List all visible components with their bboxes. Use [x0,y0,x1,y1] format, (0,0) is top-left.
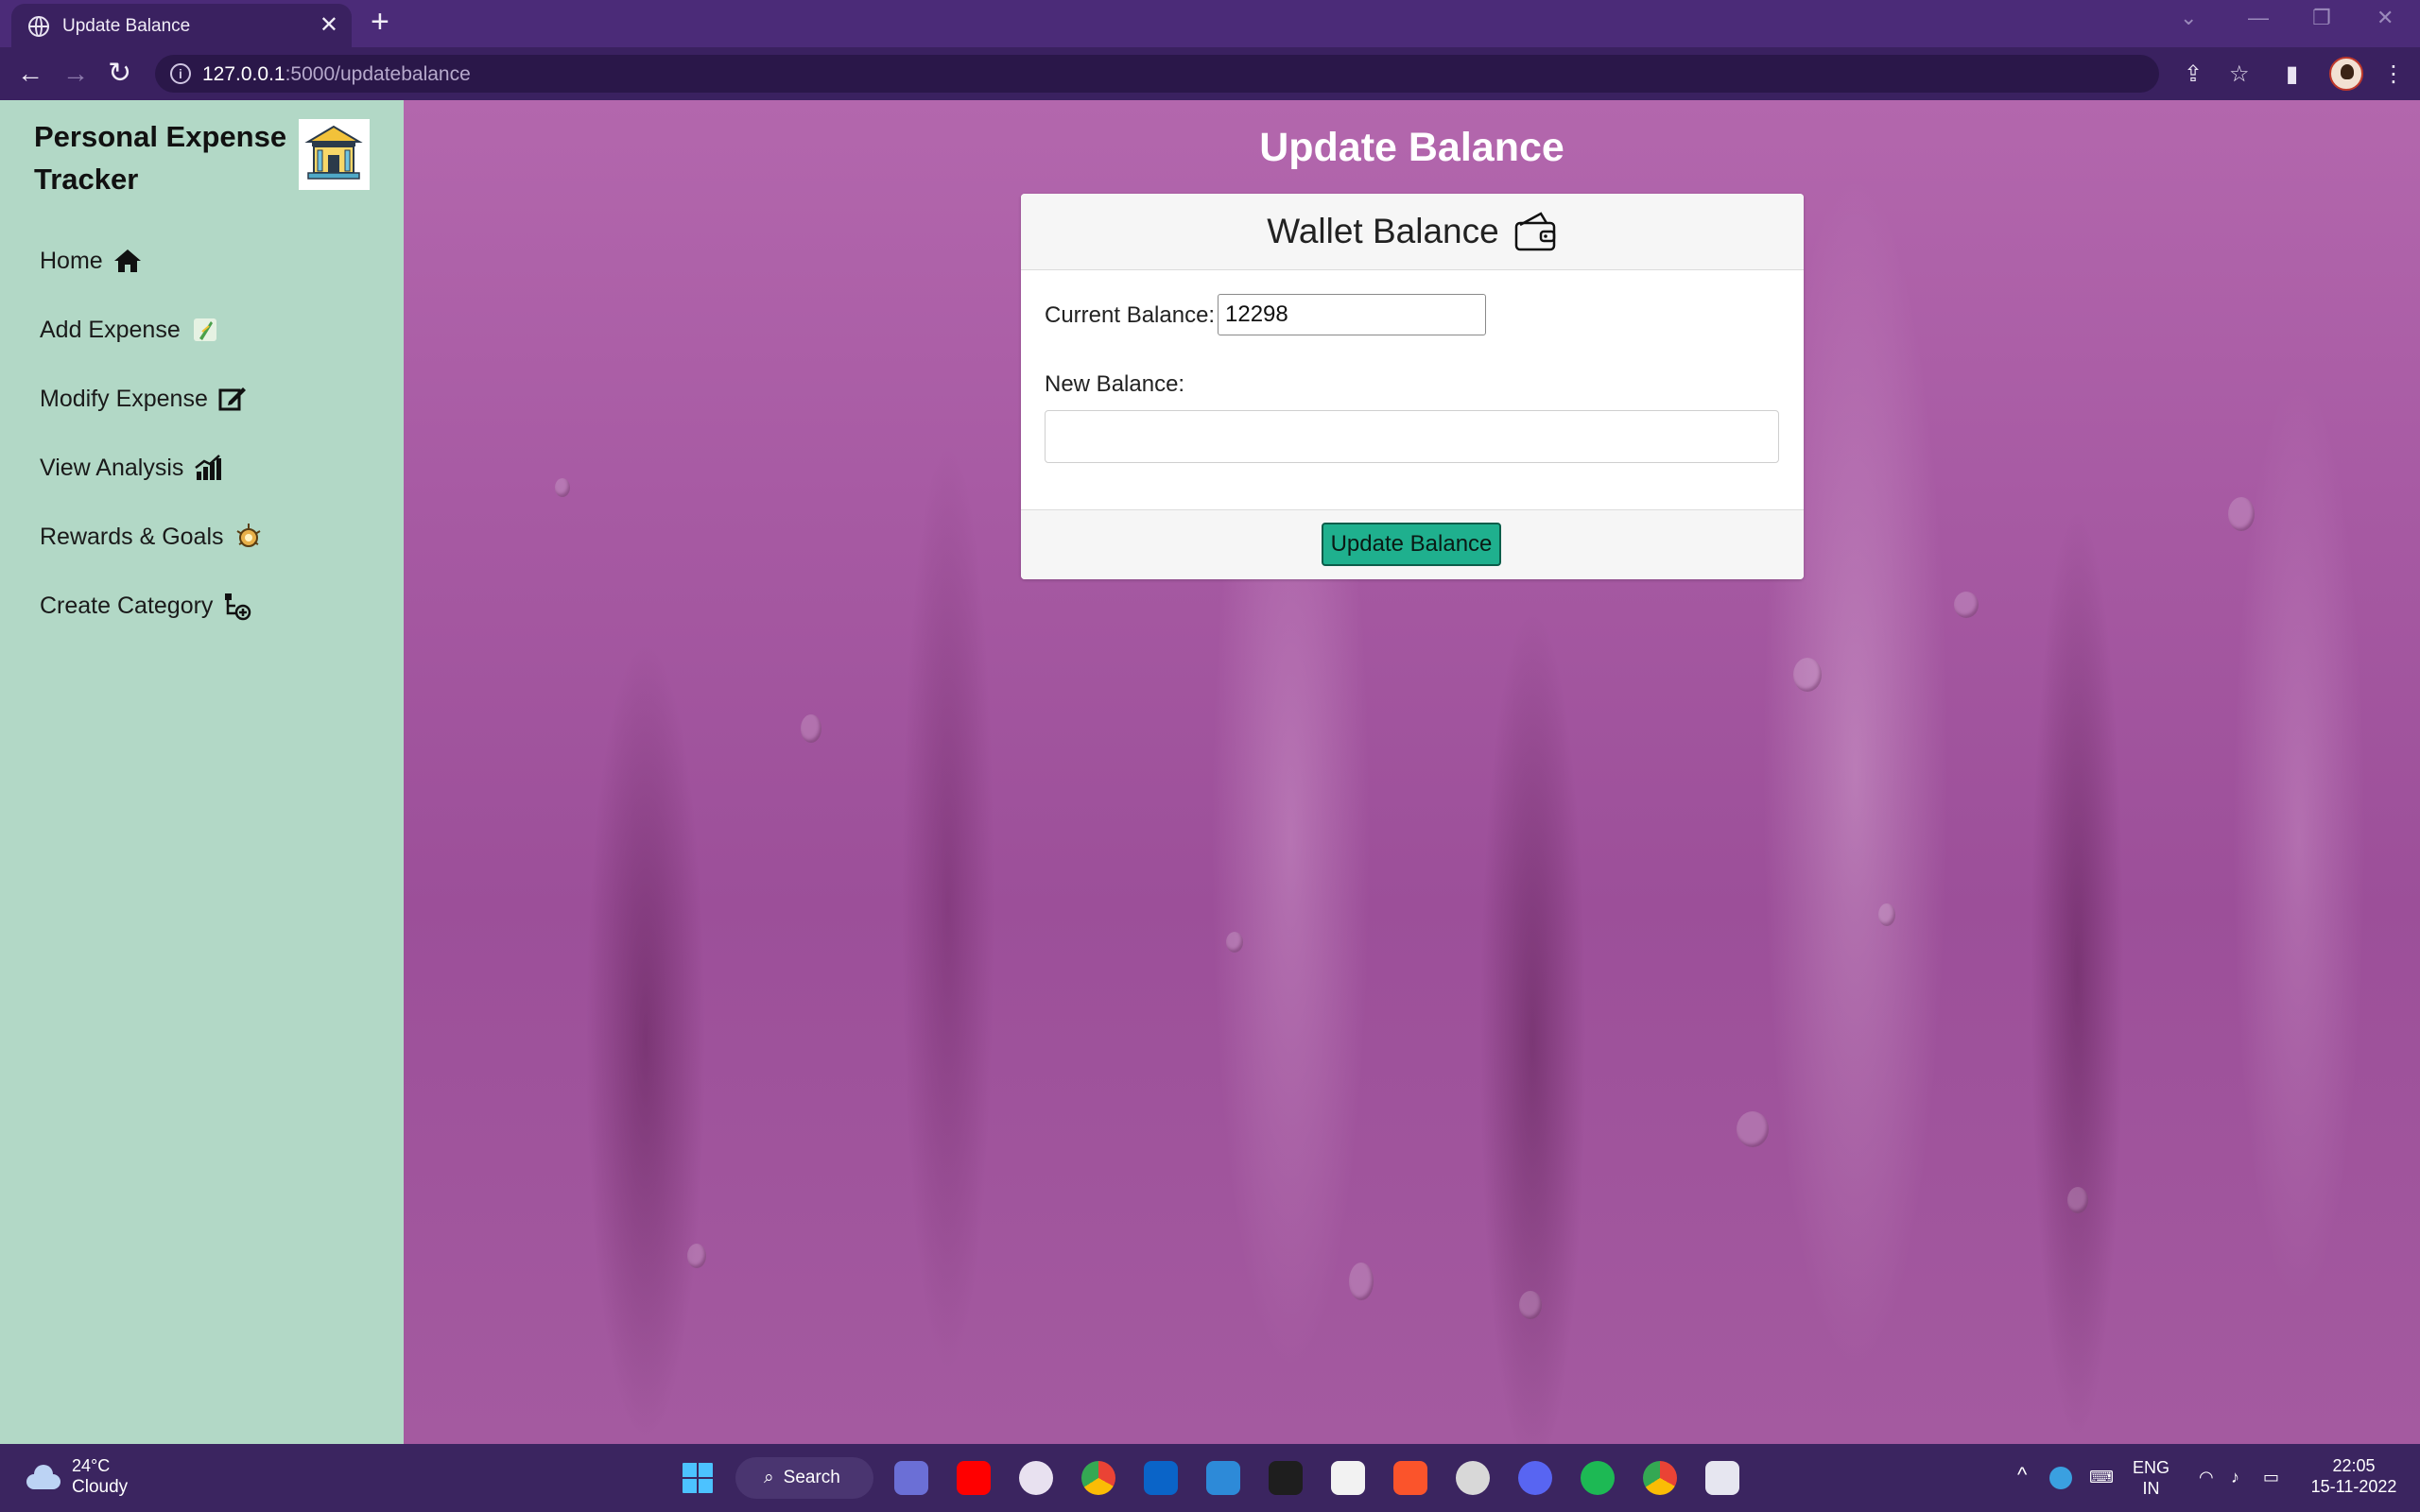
clock-tray-icon[interactable] [2049,1467,2072,1489]
sidebar-item-home[interactable]: Home [40,246,143,276]
page-title: Update Balance [1259,125,1564,170]
figma-icon[interactable] [1269,1461,1303,1495]
brave-icon[interactable] [1393,1461,1427,1495]
search-icon: ⌕ [764,1468,774,1487]
chrome-icon[interactable] [1081,1461,1115,1495]
background-water-drop [2228,497,2255,531]
minimize-icon[interactable]: — [2248,6,2269,30]
background-water-drop [1793,658,1822,692]
background-water-drop [687,1244,706,1268]
background-water-drop [2067,1187,2088,1213]
background-water-drop [1737,1111,1769,1147]
weather-text: Cloudy [72,1477,129,1497]
temperature-text: 24°C [72,1456,111,1475]
new-balance-label: New Balance: [1045,371,1185,397]
snipping-tool-icon[interactable] [1705,1461,1739,1495]
update-balance-button[interactable]: Update Balance [1322,523,1501,566]
background-water-drop [1519,1291,1542,1319]
site-info-icon[interactable]: i [170,63,191,84]
forward-icon[interactable]: → [62,59,89,89]
keyboard-icon[interactable]: ⌨ [2089,1467,2114,1487]
sidebar-item-rewards-goals[interactable]: Rewards & Goals [40,522,264,552]
bookmark-star-icon[interactable]: ☆ [2229,60,2250,88]
sidebar-item-add-expense[interactable]: Add Expense [40,315,220,345]
globe-icon [28,16,49,37]
wallet-icon [1514,212,1555,251]
category-icon [225,593,251,621]
youtube-icon[interactable] [957,1461,991,1495]
browser-tab-strip: Update Balance ✕ + ⌄ — ❐ ✕ [0,0,2420,47]
sidebar-item-view-analysis[interactable]: View Analysis [40,453,223,483]
tab-close-button[interactable]: ✕ [320,11,338,39]
app-brand-title: Personal Expense Tracker [34,120,287,196]
background-water-drop [801,714,821,743]
card-title: Wallet Balance [1267,212,1499,250]
tab-search-icon[interactable]: ⌄ [2180,6,2197,30]
chrome-profile-icon[interactable] [1643,1461,1677,1495]
slack-icon[interactable] [1019,1461,1053,1495]
vscode-icon[interactable] [1206,1461,1240,1495]
new-balance-field[interactable] [1045,410,1779,463]
new-tab-button[interactable]: + [371,4,389,41]
taskbar: 24°C Cloudy ⌕ Search ^ ⌨ ENG IN ◠ ♪ ▭ 22… [0,1444,2420,1512]
unity-icon[interactable] [1456,1461,1490,1495]
share-icon[interactable]: ⇪ [2184,60,2203,88]
wallet-balance-card: Wallet Balance Current Balance: New Bala… [1021,194,1804,579]
address-bar[interactable]: i 127.0.0.1:5000/updatebalance [155,55,2159,93]
back-icon[interactable]: ← [17,59,43,89]
wifi-icon[interactable]: ◠ [2199,1467,2214,1487]
sidebar: Personal Expense Tracker Home Add Expens… [0,100,404,1444]
side-panel-icon[interactable]: ▮ [2286,60,2298,88]
home-icon [113,249,141,272]
outlook-icon[interactable] [1144,1461,1178,1495]
profile-avatar[interactable] [2329,57,2363,91]
current-balance-field[interactable] [1218,294,1486,335]
window-close-icon[interactable]: ✕ [2377,6,2394,30]
background-water-drop [1226,932,1243,953]
add-expense-icon [193,318,216,341]
volume-icon[interactable]: ♪ [2231,1467,2239,1487]
restore-icon[interactable]: ❐ [2312,6,2331,30]
spotify-icon[interactable] [1581,1461,1615,1495]
edit-icon [218,387,246,411]
bank-logo-icon [299,119,370,190]
weather-widget[interactable]: 24°C Cloudy [25,1455,128,1499]
tab-title: Update Balance [62,16,191,36]
battery-icon[interactable]: ▭ [2263,1467,2279,1487]
tab-update-balance[interactable]: Update Balance ✕ [11,4,352,47]
discord-icon[interactable] [1518,1461,1552,1495]
url-text[interactable]: 127.0.0.1:5000/updatebalance [202,63,471,86]
reward-icon [236,524,261,547]
taskbar-search[interactable]: ⌕ Search [735,1457,873,1499]
cloud-icon [25,1465,62,1489]
card-footer: Update Balance [1021,509,1804,579]
browser-toolbar: ← → ↻ i 127.0.0.1:5000/updatebalance ⇪ ☆… [0,47,2420,100]
background-water-drop [1954,592,1979,618]
page-viewport: Personal Expense Tracker Home Add Expens… [0,100,2420,1444]
sidebar-item-create-category[interactable]: Create Category [40,591,252,621]
chart-icon [195,455,222,480]
current-balance-label: Current Balance: [1045,302,1216,328]
language-indicator[interactable]: ENG IN [2133,1457,2169,1499]
tray-chevron-icon[interactable]: ^ [2017,1465,2027,1486]
background-water-drop [1349,1263,1374,1300]
card-header: Wallet Balance [1021,194,1804,270]
reload-icon[interactable]: ↻ [108,59,131,89]
teams-icon[interactable] [894,1461,928,1495]
windows-start-icon[interactable] [681,1461,715,1495]
menu-icon[interactable]: ⋮ [2382,60,2405,88]
main-content: Update Balance Wallet Balance Current Ba… [404,100,2420,1444]
background-water-drop [555,478,570,497]
background-water-drop [1878,903,1895,926]
sidebar-item-modify-expense[interactable]: Modify Expense [40,384,248,414]
notion-icon[interactable] [1331,1461,1365,1495]
clock[interactable]: 22:05 15-11-2022 [2307,1455,2401,1497]
